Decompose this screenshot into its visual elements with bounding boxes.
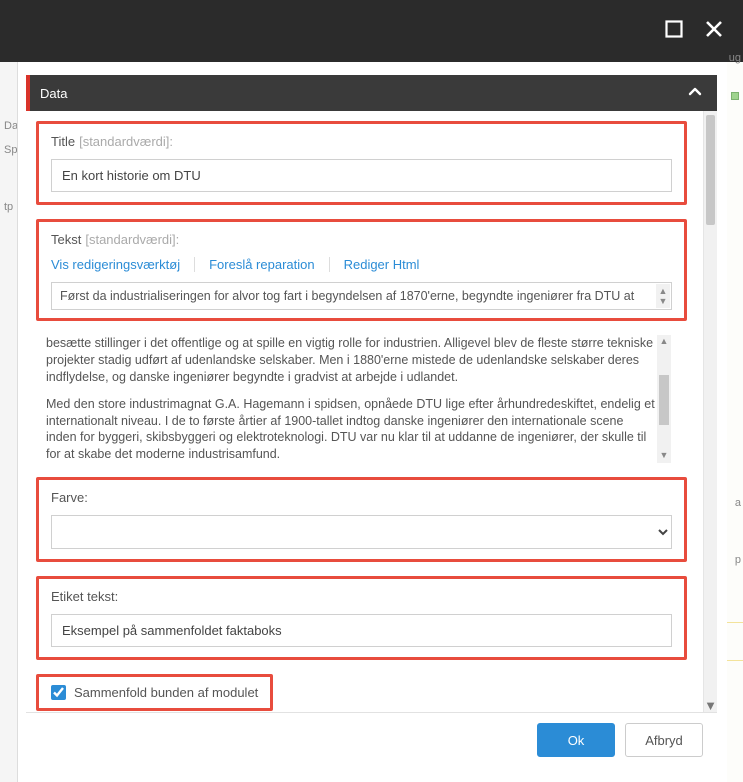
etiket-field-group: Etiket tekst:	[36, 576, 687, 660]
color-field-group: Farve:	[36, 477, 687, 562]
color-label: Farve:	[51, 490, 672, 505]
text-field-group: Tekst [standardværdi]: Vis redigeringsvæ…	[36, 219, 687, 321]
overflow-scrollbar[interactable]: ▲ ▼	[657, 335, 671, 463]
title-label: Title [standardværdi]:	[51, 134, 672, 149]
background-left-gutter: Da Sp tp	[0, 62, 18, 782]
panel-body: Title [standardværdi]: Tekst [standardvæ…	[26, 111, 703, 712]
dialog: Data Title [standardværdi]: Tekst [stand…	[26, 75, 717, 767]
cancel-button[interactable]: Afbryd	[625, 723, 703, 757]
suggest-fix-link[interactable]: Foreslå reparation	[209, 257, 330, 272]
etiket-input[interactable]	[51, 614, 672, 647]
collapse-checkbox-label: Sammenfold bunden af modulet	[74, 685, 258, 700]
title-field-group: Title [standardværdi]:	[36, 121, 687, 205]
rte-visible-line: Først da industrialiseringen for alvor t…	[60, 289, 634, 303]
ok-button[interactable]: Ok	[537, 723, 615, 757]
dialog-footer: Ok Afbryd	[26, 712, 717, 767]
rte-scrollbar[interactable]: ▲▼	[656, 284, 670, 308]
window-titlebar	[0, 0, 743, 62]
show-editor-link[interactable]: Vis redigeringsværktøj	[51, 257, 195, 272]
close-icon[interactable]	[703, 18, 725, 40]
panel-header[interactable]: Data	[26, 75, 717, 111]
rte-toolbar: Vis redigeringsværktøj Foreslå reparatio…	[51, 257, 672, 272]
chevron-up-icon[interactable]	[687, 84, 703, 103]
panel-title: Data	[40, 86, 67, 101]
text-label: Tekst [standardværdi]:	[51, 232, 672, 247]
etiket-label: Etiket tekst:	[51, 589, 672, 604]
collapse-checkbox-row[interactable]: Sammenfold bunden af modulet	[51, 685, 258, 700]
background-right-gutter: a p ug	[727, 62, 743, 782]
rte-overflow-text: besætte stillinger i det offentlige og a…	[46, 335, 671, 463]
title-input[interactable]	[51, 159, 672, 192]
collapse-checkbox[interactable]	[51, 685, 66, 700]
color-select[interactable]	[51, 515, 672, 549]
maximize-icon[interactable]	[663, 18, 685, 40]
collapse-field-group: Sammenfold bunden af modulet	[36, 674, 273, 711]
edit-html-link[interactable]: Rediger Html	[344, 257, 434, 272]
rte-textarea[interactable]: Først da industrialiseringen for alvor t…	[51, 282, 672, 310]
scrollbar-thumb[interactable]	[706, 115, 715, 225]
dialog-scrollbar[interactable]: ▲ ▼	[703, 111, 717, 712]
